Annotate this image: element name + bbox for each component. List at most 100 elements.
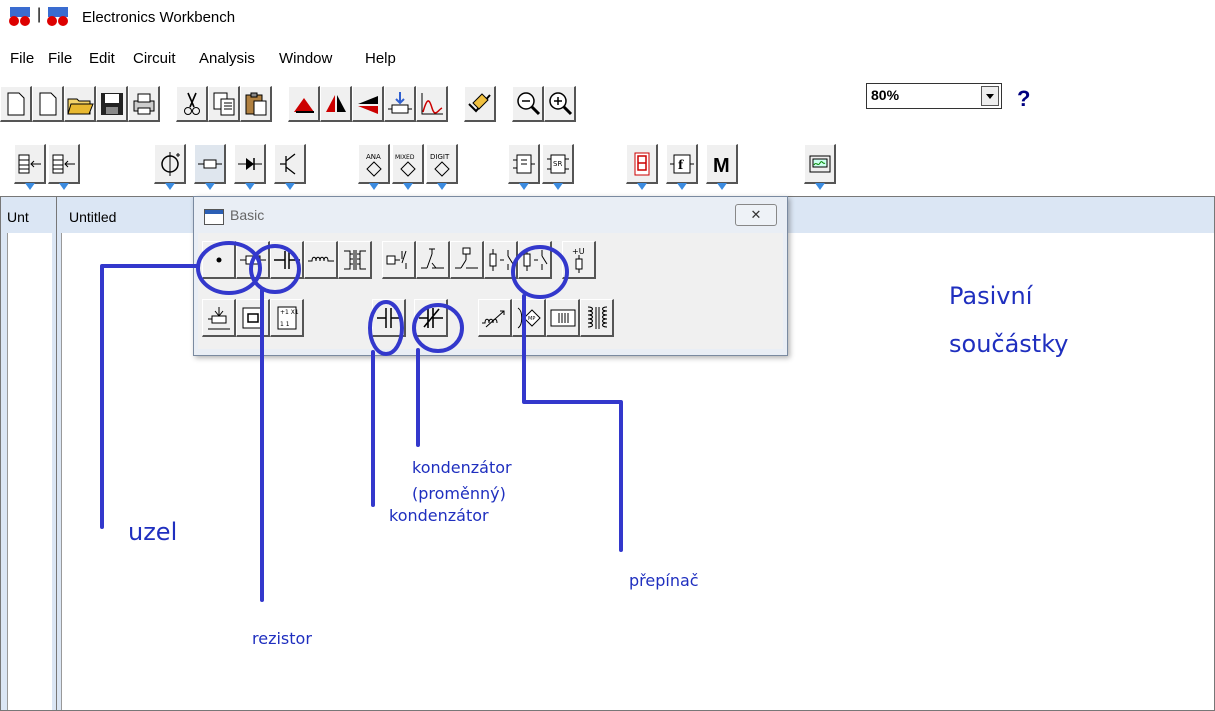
diodes-button[interactable] <box>234 144 266 190</box>
instrument-icon <box>809 155 830 172</box>
print-button[interactable] <box>128 86 160 122</box>
node-dot-icon <box>216 257 221 262</box>
controls-button[interactable]: f <box>666 144 698 190</box>
title-separator: | <box>37 6 42 23</box>
circuit-canvas-back[interactable] <box>7 233 52 710</box>
zoom-in-button[interactable] <box>544 86 576 122</box>
document-title-back: Unt <box>7 209 29 225</box>
graph-button[interactable] <box>416 86 448 122</box>
mixed-ic-icon: MIXED <box>395 154 416 177</box>
potentiometer-icon <box>207 306 230 329</box>
mixed-ics-button[interactable]: MIXED <box>392 144 424 190</box>
nonlinear-transformer-button[interactable] <box>546 299 580 337</box>
menu-file-2[interactable]: File <box>48 50 72 67</box>
ideal-transformer-icon <box>587 306 607 329</box>
inductor-button[interactable] <box>304 241 338 279</box>
flip-horizontal-button[interactable] <box>320 86 352 122</box>
paste-button[interactable] <box>240 86 272 122</box>
misc-icon: M <box>713 155 730 177</box>
logic-gates-button[interactable] <box>508 144 540 190</box>
basic-palette[interactable]: Basic ✕ +U +1 X1 1 1 MP <box>193 196 788 356</box>
parts-bin-icon <box>52 154 75 173</box>
dropdown-arrow-icon <box>204 183 215 190</box>
time-delay-switch-button[interactable] <box>450 241 484 279</box>
description-button[interactable] <box>464 86 496 122</box>
parts-toolbar: ANA MIXED DIGIT SR f M <box>0 138 1215 192</box>
dropdown-arrow-icon <box>716 183 727 190</box>
electrolytic-capacitor-icon <box>376 307 401 328</box>
pencil-check-icon <box>467 92 491 112</box>
zoom-select[interactable]: 80% <box>866 83 1002 109</box>
doc-icon <box>47 7 68 26</box>
basic-button[interactable] <box>194 144 226 190</box>
switch-pack-button[interactable]: +1 X1 1 1 <box>270 299 304 337</box>
document-window-back[interactable]: Unt <box>0 196 60 711</box>
printer-icon <box>133 93 154 114</box>
potentiometer-button[interactable] <box>202 299 236 337</box>
parts-bin-button[interactable] <box>14 144 46 190</box>
menu-help[interactable]: Help <box>365 50 396 67</box>
variable-capacitor-button[interactable] <box>414 299 448 337</box>
menu-analysis[interactable]: Analysis <box>199 50 255 67</box>
dropdown-arrow-icon <box>58 183 69 190</box>
open-button[interactable] <box>64 86 96 122</box>
magnetic-core-icon: MP <box>517 307 541 328</box>
dropdown-arrow-icon <box>636 183 647 190</box>
chevron-down-icon[interactable] <box>981 86 999 106</box>
digital-button[interactable]: SR <box>542 144 574 190</box>
resistor-button[interactable] <box>236 241 270 279</box>
magnetic-core-button[interactable]: MP <box>512 299 546 337</box>
close-button[interactable]: ✕ <box>735 204 777 226</box>
transistors-button[interactable] <box>274 144 306 190</box>
digital-ics-button[interactable]: DIGIT <box>426 144 458 190</box>
flip-vertical-button[interactable] <box>352 86 384 122</box>
instruments-button[interactable] <box>804 144 836 190</box>
save-button[interactable] <box>96 86 128 122</box>
new-button[interactable] <box>0 86 32 122</box>
analog-ics-button[interactable]: ANA <box>358 144 390 190</box>
help-button[interactable]: ? <box>1017 86 1030 112</box>
palette-title: Basic <box>230 207 265 223</box>
svg-text:MP: MP <box>528 316 535 322</box>
transformer-button[interactable] <box>338 241 372 279</box>
source-icon <box>160 151 180 176</box>
sources-button[interactable] <box>154 144 186 190</box>
variable-inductor-button[interactable] <box>478 299 512 337</box>
polarized-capacitor-button[interactable] <box>372 299 406 337</box>
resistor-pack-icon <box>242 307 263 328</box>
miscellaneous-button[interactable]: M <box>706 144 738 190</box>
mixed-ic-label: MIXED <box>395 154 415 161</box>
capacitor-icon <box>273 250 300 269</box>
pull-up-resistor-button[interactable]: +U <box>562 241 596 279</box>
resistor-pack-button[interactable] <box>236 299 270 337</box>
rotate-button[interactable] <box>288 86 320 122</box>
new-button-2[interactable] <box>32 86 64 122</box>
dropdown-arrow-icon <box>24 183 35 190</box>
menu-edit[interactable]: Edit <box>89 50 115 67</box>
subcircuit-button[interactable] <box>384 86 416 122</box>
menu-window[interactable]: Window <box>279 50 332 67</box>
capacitor-button[interactable] <box>270 241 304 279</box>
zoom-value: 80% <box>871 87 900 103</box>
favorites-bin-button[interactable] <box>48 144 80 190</box>
switch-button[interactable] <box>416 241 450 279</box>
digital-ic-label: DIGIT <box>430 153 450 161</box>
ideal-transformer-button[interactable] <box>580 299 614 337</box>
voltage-switch-button[interactable] <box>484 241 518 279</box>
menu-file[interactable]: File <box>10 50 34 67</box>
copy-button[interactable] <box>208 86 240 122</box>
zoom-out-button[interactable] <box>512 86 544 122</box>
app-icon[interactable] <box>8 5 32 27</box>
relay-button[interactable] <box>382 241 416 279</box>
indicators-button[interactable] <box>626 144 658 190</box>
current-switch-icon <box>523 248 547 271</box>
svg-text:+U: +U <box>572 247 585 256</box>
diode-icon <box>237 157 262 170</box>
pull-up-resistor-icon: +U <box>572 247 585 273</box>
connector-button[interactable] <box>202 241 236 279</box>
cut-button[interactable] <box>176 86 208 122</box>
seven-segment-icon <box>634 152 649 175</box>
resistor-icon <box>239 255 266 264</box>
current-switch-button[interactable] <box>518 241 552 279</box>
menu-circuit[interactable]: Circuit <box>133 50 176 67</box>
